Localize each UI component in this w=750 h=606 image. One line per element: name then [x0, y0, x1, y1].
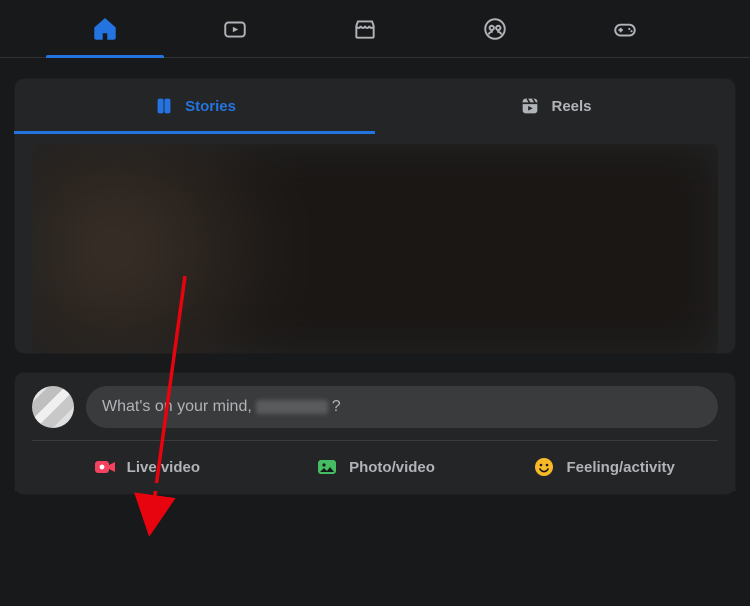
composer-card: What's on your mind, ? Live video Photo/…: [14, 372, 736, 495]
stories-content-blurred: [32, 144, 718, 354]
marketplace-icon: [352, 16, 378, 42]
top-nav: [0, 0, 750, 58]
feeling-activity-label: Feeling/activity: [566, 459, 674, 476]
stories-card: Stories Reels: [14, 78, 736, 354]
page: Stories Reels What's on your mind, ?: [0, 58, 750, 495]
reels-icon: [519, 95, 541, 117]
feeling-icon: [532, 455, 556, 479]
live-video-icon: [93, 455, 117, 479]
nav-gaming[interactable]: [560, 0, 690, 57]
tab-reels-label: Reels: [551, 98, 591, 115]
photo-video-label: Photo/video: [349, 459, 435, 476]
photo-video-icon: [315, 455, 339, 479]
tab-stories[interactable]: Stories: [14, 78, 375, 134]
home-icon: [92, 16, 118, 42]
next-card-hint: [14, 483, 736, 491]
stories-reels-tabs: Stories Reels: [14, 78, 736, 134]
avatar[interactable]: [32, 386, 74, 428]
tab-stories-label: Stories: [185, 98, 236, 115]
stories-strip[interactable]: [32, 144, 718, 354]
composer-placeholder-prefix: What's on your mind,: [102, 398, 252, 416]
watch-icon: [222, 16, 248, 42]
composer-placeholder-name-redacted: [256, 400, 328, 414]
live-video-label: Live video: [127, 459, 200, 476]
nav-groups[interactable]: [430, 0, 560, 57]
nav-market[interactable]: [300, 0, 430, 57]
nav-home[interactable]: [40, 0, 170, 57]
composer-divider: [32, 440, 718, 441]
composer-placeholder-suffix: ?: [332, 398, 341, 416]
nav-watch[interactable]: [170, 0, 300, 57]
composer-input[interactable]: What's on your mind, ?: [86, 386, 718, 428]
stories-icon: [153, 95, 175, 117]
gaming-icon: [612, 16, 638, 42]
tab-reels[interactable]: Reels: [375, 78, 736, 134]
groups-icon: [482, 16, 508, 42]
